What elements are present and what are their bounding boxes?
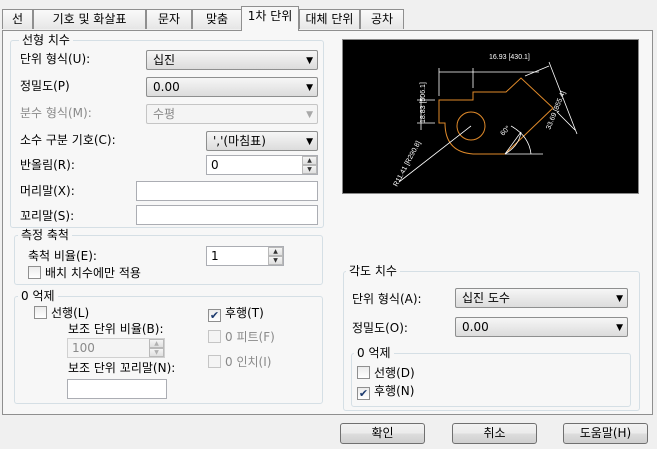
ok-button[interactable]: 확인 (340, 423, 425, 444)
angular-unit-format-value: 십진 도수 (462, 291, 510, 305)
spin-up-icon[interactable]: ▲ (149, 339, 164, 348)
sub-unit-factor-spinner[interactable]: ▲ ▼ (149, 339, 164, 357)
checkbox-box[interactable] (28, 266, 41, 279)
leading-zero-checkbox[interactable]: 선행(L) (34, 306, 89, 320)
trailing-zero-checkbox[interactable]: ✔ 후행(T) (208, 306, 264, 322)
angular-dimensions-title: 각도 치수 (346, 264, 400, 278)
angular-leading-checkbox[interactable]: 선행(D) (357, 366, 415, 380)
dim-top-text: 16.93 [430.1] (489, 54, 530, 61)
linear-dimensions-title: 선형 치수 (19, 33, 73, 47)
chevron-down-icon: ▼ (306, 137, 313, 147)
unit-format-label: 단위 형식(U): (20, 52, 91, 66)
precision-label: 정밀도(P) (20, 79, 70, 93)
preview-drawing: 16.93 [430.1] 18.83 [506.1] 33.69 [855.4… (393, 54, 578, 188)
tab-strip: 선 기호 및 화살표 문자 맞춤 1차 단위 대체 단위 공차 (0, 0, 657, 31)
tab-tolerances[interactable]: 공차 (360, 9, 404, 29)
checkbox-box[interactable] (34, 306, 47, 319)
zero-feet-checkbox[interactable]: 0 피트(F) (208, 330, 275, 344)
decimal-separator-value: ','(마침표) (213, 134, 266, 148)
spin-down-icon[interactable]: ▼ (268, 256, 283, 265)
trailing-zero-label: 후행(T) (225, 306, 264, 320)
fraction-format-value: 수평 (153, 107, 176, 121)
tab-fit[interactable]: 맞춤 (192, 9, 242, 29)
scale-factor-input[interactable]: 1 ▲ ▼ (206, 246, 284, 266)
angular-zero-suppression-title: 0 억제 (354, 346, 394, 360)
round-off-value: 0 (211, 158, 219, 172)
sub-unit-suffix-input[interactable] (67, 379, 167, 399)
angular-precision-combo[interactable]: 0.00 ▼ (455, 317, 628, 337)
chevron-down-icon: ▼ (616, 323, 623, 333)
angular-precision-label: 정밀도(O): (352, 321, 408, 335)
angular-precision-value: 0.00 (462, 320, 489, 334)
tab-text[interactable]: 문자 (146, 9, 192, 29)
zero-inches-label: 0 인치(I) (225, 355, 272, 369)
zero-inches-checkbox[interactable]: 0 인치(I) (208, 355, 271, 369)
zero-feet-label: 0 피트(F) (225, 330, 275, 344)
part-outline-shape (438, 77, 554, 155)
dim-radius-text: R11.41 [R290.8] (393, 140, 423, 188)
angular-trailing-label: 후행(N) (374, 384, 415, 398)
checkbox-box[interactable] (208, 330, 221, 343)
angular-leading-label: 선행(D) (374, 366, 415, 380)
suffix-input[interactable] (136, 205, 318, 225)
prefix-input[interactable] (136, 181, 318, 201)
chevron-down-icon: ▼ (306, 110, 313, 120)
tab-symbols-arrows[interactable]: 기호 및 화살표 (33, 9, 146, 29)
dimension-preview: 16.93 [430.1] 18.83 [506.1] 33.69 [855.4… (342, 39, 639, 194)
precision-value: 0.00 (153, 80, 180, 94)
cancel-button[interactable]: 취소 (452, 423, 537, 444)
dim-left-text: 18.83 [506.1] (420, 82, 427, 123)
scale-factor-spinner[interactable]: ▲ ▼ (268, 247, 283, 265)
spin-down-icon[interactable]: ▼ (149, 348, 164, 357)
spin-up-icon[interactable]: ▲ (302, 156, 317, 165)
chevron-down-icon: ▼ (616, 294, 623, 304)
fraction-format-label: 분수 형식(M): (20, 106, 92, 120)
sub-unit-factor-label: 보조 단위 비율(B): (68, 322, 164, 336)
checkmark-icon[interactable]: ✔ (208, 309, 221, 322)
tab-alternate-units[interactable]: 대체 단위 (299, 9, 360, 29)
scale-factor-value: 1 (211, 249, 219, 263)
prefix-label: 머리말(X): (20, 184, 75, 198)
precision-combo[interactable]: 0.00 ▼ (146, 77, 318, 97)
fraction-format-combo[interactable]: 수평 ▼ (146, 104, 318, 124)
angular-unit-format-combo[interactable]: 십진 도수 ▼ (455, 288, 628, 308)
chevron-down-icon: ▼ (306, 56, 313, 66)
decimal-separator-label: 소수 구분 기호(C): (20, 133, 116, 147)
round-off-input[interactable]: 0 ▲ ▼ (206, 155, 318, 175)
checkbox-box[interactable] (208, 355, 221, 368)
zero-suppression-title: 0 억제 (18, 289, 58, 303)
sub-unit-factor-input[interactable]: 100 ▲ ▼ (67, 338, 165, 358)
dim-angle-text: 60° (499, 124, 512, 137)
suffix-label: 꼬리말(S): (20, 209, 75, 223)
layout-only-label: 배치 치수에만 적용 (45, 266, 141, 280)
tab-lines[interactable]: 선 (2, 9, 33, 29)
measurement-scale-title: 측정 축척 (18, 228, 72, 242)
layout-only-checkbox[interactable]: 배치 치수에만 적용 (28, 266, 141, 280)
round-off-spinner[interactable]: ▲ ▼ (302, 156, 317, 174)
checkmark-icon[interactable]: ✔ (357, 387, 370, 400)
sub-unit-suffix-label: 보조 단위 꼬리말(N): (68, 361, 176, 375)
part-outline (438, 77, 554, 155)
angular-trailing-checkbox[interactable]: ✔ 후행(N) (357, 384, 414, 400)
round-off-label: 반올림(R): (20, 158, 75, 172)
unit-format-combo[interactable]: 십진 ▼ (146, 50, 318, 70)
scale-factor-label: 축척 비율(E): (28, 249, 97, 263)
spin-up-icon[interactable]: ▲ (268, 247, 283, 256)
spin-down-icon[interactable]: ▼ (302, 165, 317, 174)
checkbox-box[interactable] (357, 366, 370, 379)
chevron-down-icon: ▼ (306, 83, 313, 93)
sub-unit-factor-value: 100 (72, 341, 95, 355)
dim-right-text: 33.69 [855.4] (545, 90, 567, 131)
angular-unit-format-label: 단위 형식(A): (352, 292, 422, 306)
leading-zero-label: 선행(L) (51, 306, 90, 320)
decimal-separator-combo[interactable]: ','(마침표) ▼ (206, 131, 318, 151)
unit-format-value: 십진 (153, 53, 176, 67)
tab-primary-units[interactable]: 1차 단위 (241, 6, 299, 31)
help-button[interactable]: 도움말(H) (563, 423, 648, 444)
